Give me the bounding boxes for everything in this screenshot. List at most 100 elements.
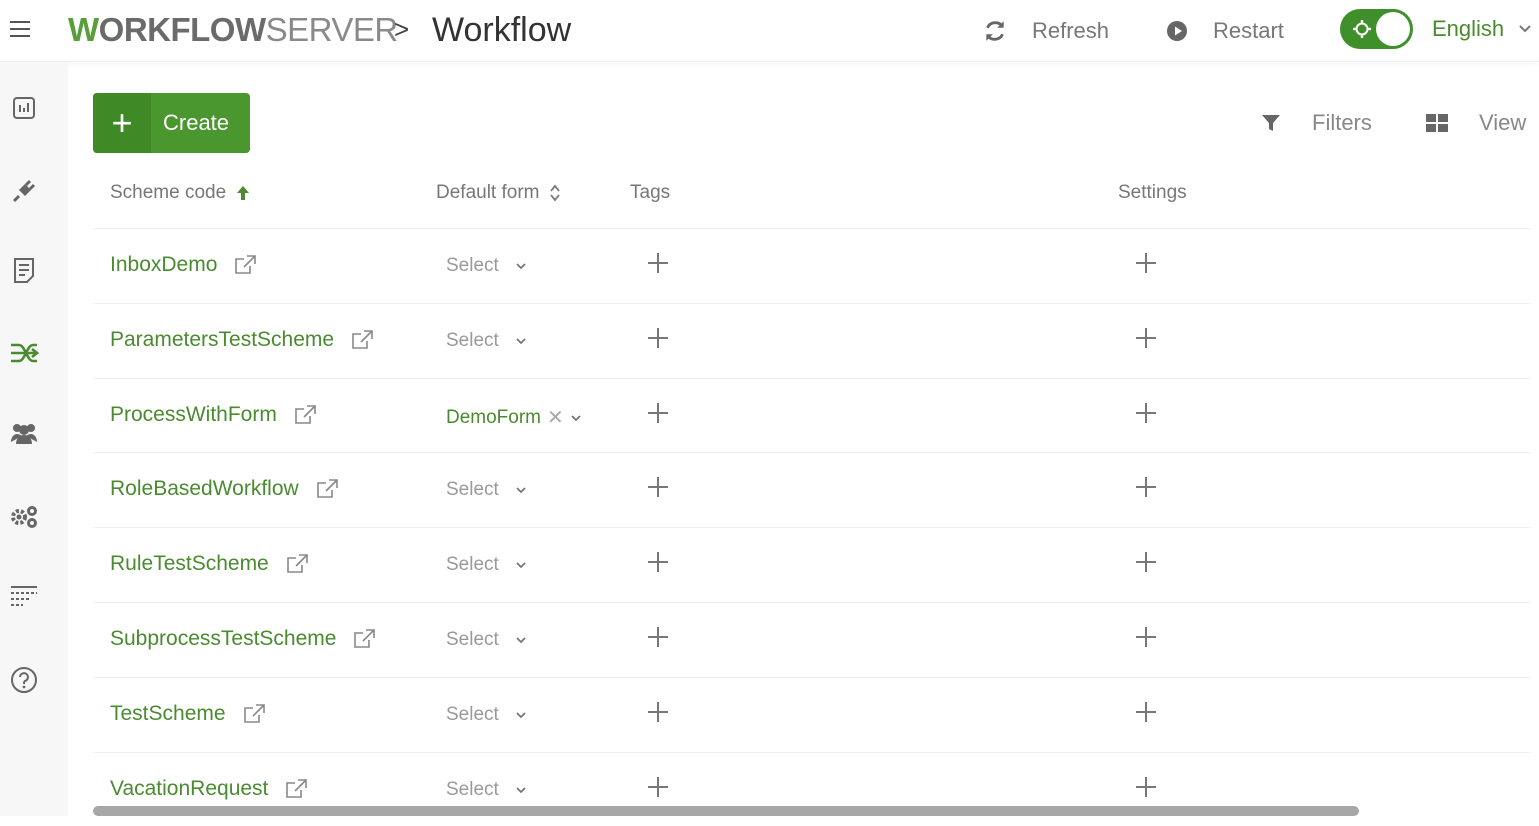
restart-button[interactable]: Restart: [1165, 14, 1284, 48]
view-button[interactable]: View: [1425, 110, 1526, 136]
add-tag-button[interactable]: [646, 550, 670, 574]
scheme-code-text: SubprocessTestScheme: [110, 627, 337, 650]
add-settings-button[interactable]: [1134, 251, 1158, 275]
add-settings-button[interactable]: [1134, 700, 1158, 724]
external-link-icon[interactable]: [233, 254, 257, 276]
chevron-down-icon: [516, 562, 526, 569]
default-form-value: Select: [446, 479, 499, 500]
default-form-value: DemoForm: [446, 406, 542, 428]
scheme-code-link[interactable]: InboxDemo: [110, 253, 257, 277]
scheme-code-link[interactable]: SubprocessTestScheme: [110, 627, 376, 651]
table-row: ParametersTestScheme Select: [93, 303, 1531, 377]
filters-button[interactable]: Filters: [1260, 110, 1372, 136]
column-header-settings: Settings: [1118, 182, 1187, 204]
external-link-icon[interactable]: [284, 778, 308, 800]
sidebar-item-workflow[interactable]: [8, 337, 40, 369]
create-button[interactable]: + Create: [93, 93, 250, 153]
users-icon: [11, 424, 37, 444]
table-row: InboxDemo Select: [93, 228, 1531, 302]
horizontal-scrollbar[interactable]: [93, 806, 1359, 816]
default-form-select[interactable]: DemoForm ✕: [446, 405, 582, 430]
add-tag-button[interactable]: [646, 625, 670, 649]
chevron-down-icon: [1519, 25, 1531, 33]
filter-icon: [1262, 115, 1280, 131]
external-link-icon[interactable]: [293, 404, 317, 426]
add-settings-button[interactable]: [1134, 775, 1158, 799]
app-logo[interactable]: WORKFLOWSERVER: [68, 8, 398, 52]
scheme-code-text: RuleTestScheme: [110, 552, 269, 575]
language-select[interactable]: English: [1432, 16, 1532, 42]
server-toggle[interactable]: [1340, 9, 1413, 49]
sidebar-item-help[interactable]: [8, 664, 40, 696]
scheme-code-link[interactable]: TestScheme: [110, 702, 266, 726]
default-form-value: Select: [446, 554, 499, 575]
default-form-select[interactable]: Select: [446, 479, 527, 501]
plus-icon: +: [93, 93, 151, 153]
default-form-select[interactable]: Select: [446, 779, 527, 801]
external-link-icon[interactable]: [315, 478, 339, 500]
default-form-select[interactable]: Select: [446, 704, 527, 726]
sidebar-item-plugins[interactable]: [8, 175, 40, 207]
document-icon: [14, 258, 34, 283]
scheme-code-link[interactable]: RuleTestScheme: [110, 552, 309, 576]
help-icon: [11, 667, 37, 693]
table-row: RuleTestScheme Select: [93, 527, 1531, 601]
add-settings-button[interactable]: [1134, 326, 1158, 350]
scheme-code-link[interactable]: ParametersTestScheme: [110, 328, 374, 352]
default-form-select[interactable]: Select: [446, 255, 527, 277]
column-header-scheme-code[interactable]: Scheme code: [110, 182, 250, 204]
add-tag-button[interactable]: [646, 700, 670, 724]
view-label: View: [1479, 110, 1527, 135]
sidebar-item-settings[interactable]: [8, 500, 40, 532]
gear-icon: [1353, 20, 1371, 38]
default-form-select[interactable]: Select: [446, 629, 527, 651]
external-link-icon[interactable]: [242, 703, 266, 725]
add-settings-button[interactable]: [1134, 475, 1158, 499]
add-settings-button[interactable]: [1134, 625, 1158, 649]
add-tag-button[interactable]: [646, 775, 670, 799]
workflow-icon: [11, 343, 39, 363]
column-label-scheme-code: Scheme code: [110, 182, 227, 203]
default-form-value: Select: [446, 255, 499, 276]
add-tag-button[interactable]: [646, 475, 670, 499]
external-link-icon[interactable]: [352, 628, 376, 650]
default-form-select[interactable]: Select: [446, 554, 527, 576]
sidebar-item-users[interactable]: [8, 417, 40, 449]
scheme-code-text: ProcessWithForm: [110, 403, 277, 426]
add-tag-button[interactable]: [646, 401, 670, 425]
column-label-settings: Settings: [1118, 182, 1187, 203]
add-settings-button[interactable]: [1134, 401, 1158, 425]
play-circle-icon: [1167, 21, 1187, 41]
column-label-tags: Tags: [630, 182, 671, 203]
scheme-code-link[interactable]: VacationRequest: [110, 777, 308, 801]
sidebar-item-documents[interactable]: [8, 254, 40, 286]
default-form-select[interactable]: Select: [446, 330, 527, 352]
table-row: TestScheme Select: [93, 677, 1531, 751]
menu-icon[interactable]: [10, 18, 34, 40]
sidebar-item-list[interactable]: [8, 580, 40, 612]
scheme-code-link[interactable]: ProcessWithForm: [110, 403, 317, 427]
sort-ascending-icon: [237, 186, 250, 200]
chevron-down-icon: [516, 787, 526, 794]
default-form-value: Select: [446, 629, 499, 650]
logo-text-light: SERVER: [265, 11, 399, 48]
scheme-code-text: VacationRequest: [110, 777, 269, 800]
dashboard-icon: [13, 97, 35, 119]
toggle-knob: [1376, 12, 1410, 46]
clear-icon[interactable]: ✕: [547, 405, 564, 430]
add-settings-button[interactable]: [1134, 550, 1158, 574]
chevron-down-icon: [516, 263, 526, 270]
settings-gears-icon: [11, 506, 37, 528]
language-label: English: [1432, 16, 1505, 41]
external-link-icon[interactable]: [285, 553, 309, 575]
logo-text-bold: WORKFLOW: [68, 11, 266, 48]
scheme-code-link[interactable]: RoleBasedWorkflow: [110, 477, 339, 501]
default-form-value: Select: [446, 704, 499, 725]
refresh-button[interactable]: Refresh: [982, 14, 1109, 48]
add-tag-button[interactable]: [646, 326, 670, 350]
add-tag-button[interactable]: [646, 251, 670, 275]
sidebar-item-dashboard[interactable]: [8, 92, 40, 124]
column-header-default-form[interactable]: Default form: [436, 182, 561, 204]
refresh-label: Refresh: [1032, 18, 1110, 43]
external-link-icon[interactable]: [350, 329, 374, 351]
